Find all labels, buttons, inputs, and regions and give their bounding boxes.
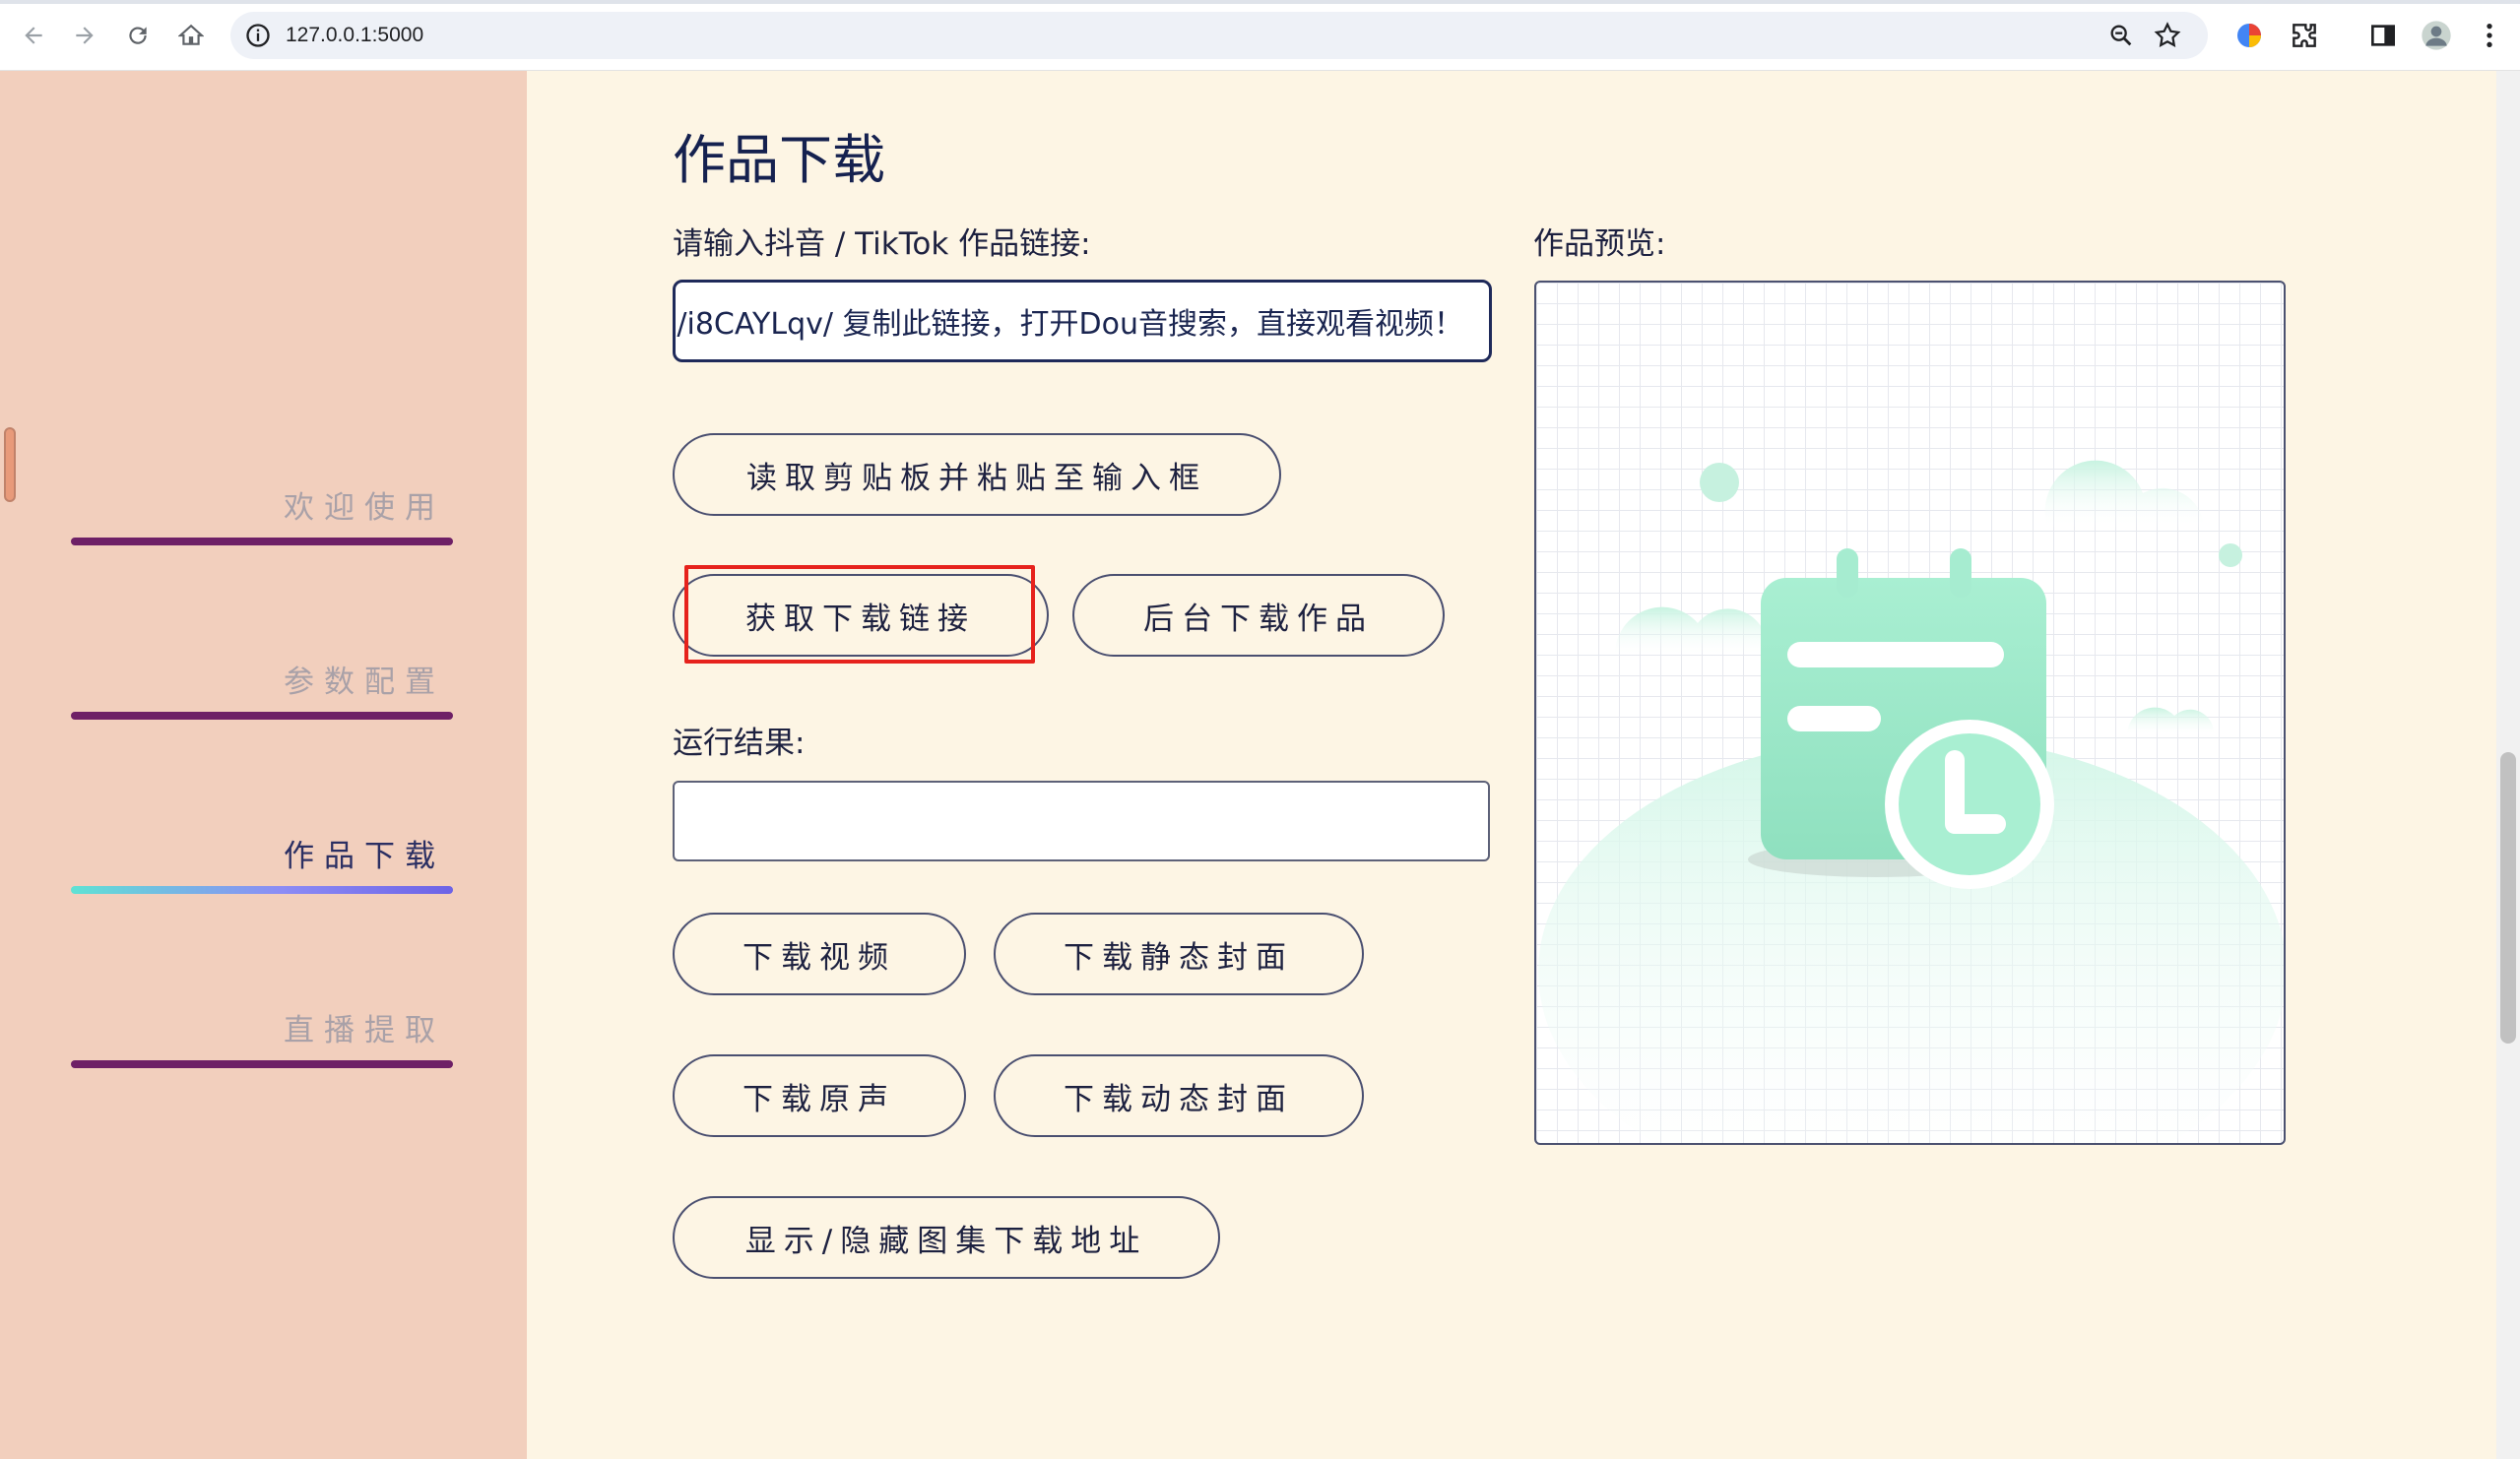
page-scrollbar-thumb[interactable]	[2500, 752, 2516, 1044]
link-input-value[interactable]: /i8CAYLqv/ 复制此链接，打开Dou音搜索，直接观看视频！	[677, 299, 1463, 343]
sidebar-item-label: 欢迎使用	[284, 490, 445, 526]
reload-icon[interactable]	[120, 18, 156, 53]
sidebar-item-live[interactable]: 直播提取	[71, 1005, 455, 1094]
sidebar-item-label: 作品下载	[284, 839, 445, 874]
main-content: 作品下载 请输入抖音 / TikTok 作品链接: /i8CAYLqv/ 复制此…	[527, 71, 2496, 1459]
sidebar-item-welcome[interactable]: 欢迎使用	[71, 482, 455, 571]
preview-label: 作品预览:	[1533, 226, 1666, 262]
download-audio-button[interactable]: 下载原声	[673, 1054, 966, 1137]
toggle-gallery-links-button[interactable]: 显示/隐藏图集下载地址	[673, 1196, 1220, 1279]
paste-clipboard-button[interactable]: 读取剪贴板并粘贴至输入框	[673, 433, 1281, 516]
forward-icon[interactable]	[67, 18, 102, 53]
result-output[interactable]	[673, 781, 1490, 861]
tab-strip	[0, 0, 2520, 4]
page-scrollbar[interactable]	[2496, 71, 2520, 1459]
get-download-link-button[interactable]: 获取下载链接	[673, 574, 1049, 657]
address-bar[interactable]: 127.0.0.1:5000	[230, 12, 2208, 59]
sidebar-item-download[interactable]: 作品下载	[71, 831, 455, 920]
site-info-icon[interactable]	[244, 22, 272, 49]
side-panel-icon[interactable]	[2367, 20, 2399, 51]
sidebar-item-underline	[71, 712, 453, 720]
background-download-button[interactable]: 后台下载作品	[1072, 574, 1445, 657]
sidebar-scroll-handle[interactable]	[4, 427, 16, 502]
link-input[interactable]: /i8CAYLqv/ 复制此链接，打开Dou音搜索，直接观看视频！	[673, 280, 1492, 362]
profile-avatar-icon[interactable]	[2421, 20, 2452, 51]
sidebar-item-underline	[71, 538, 453, 545]
browser-toolbar: 127.0.0.1:5000	[0, 0, 2520, 71]
result-label: 运行结果:	[673, 726, 806, 761]
browser-menu-icon[interactable]	[2474, 20, 2505, 51]
download-video-button[interactable]: 下载视频	[673, 913, 966, 995]
home-icon[interactable]	[173, 18, 209, 53]
back-icon[interactable]	[16, 18, 51, 53]
url-text[interactable]: 127.0.0.1:5000	[286, 24, 423, 47]
sidebar-item-underline	[71, 1060, 453, 1068]
zoom-icon[interactable]	[2107, 22, 2135, 49]
extensions-puzzle-icon[interactable]	[2289, 20, 2320, 51]
sidebar-item-label: 参数配置	[284, 665, 445, 700]
extension-colorful-icon[interactable]	[2233, 20, 2265, 51]
sidebar-item-label: 直播提取	[284, 1013, 445, 1048]
sidebar-item-settings[interactable]: 参数配置	[71, 657, 455, 745]
preview-panel	[1534, 281, 2286, 1145]
empty-preview-illustration	[1538, 460, 2284, 1143]
bookmark-star-icon[interactable]	[2153, 21, 2182, 50]
sidebar-item-underline-active	[71, 886, 453, 894]
sidebar: 欢迎使用 参数配置 作品下载 直播提取	[0, 71, 527, 1459]
input-label: 请输入抖音 / TikTok 作品链接:	[673, 226, 1091, 262]
download-static-cover-button[interactable]: 下载静态封面	[994, 913, 1364, 995]
page-title: 作品下载	[673, 129, 885, 191]
download-dynamic-cover-button[interactable]: 下载动态封面	[994, 1054, 1364, 1137]
